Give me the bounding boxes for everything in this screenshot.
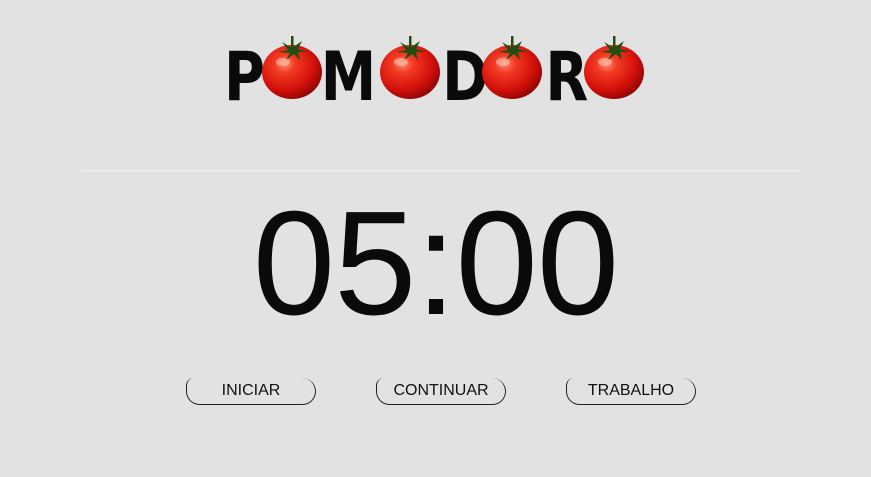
svg-text:P: P [224,37,265,106]
svg-text:M: M [321,37,376,106]
logo-letter-p: P [224,37,265,106]
continue-button[interactable]: CONTINUAR [376,378,506,405]
svg-text:R: R [545,37,588,106]
timer-display: 05:00 [252,181,619,346]
header-divider [82,170,800,172]
logo-graphic: P M D R [224,36,644,106]
logo-letter-m: M [321,37,376,106]
pomodoro-page: P M D R 05:00 INICIAR CONTINUAR TRABALHO [0,0,871,477]
logo-letter-r: R [545,37,588,106]
tomato-icon [584,36,644,99]
tomato-icon [482,36,542,99]
pomodoro-logo: P M D R [224,34,648,106]
tomato-icon [262,36,322,99]
work-button[interactable]: TRABALHO [566,378,696,405]
logo-letter-d: D [442,37,488,106]
start-button[interactable]: INICIAR [186,378,316,405]
tomato-icon [380,36,440,99]
svg-text:D: D [442,37,488,106]
